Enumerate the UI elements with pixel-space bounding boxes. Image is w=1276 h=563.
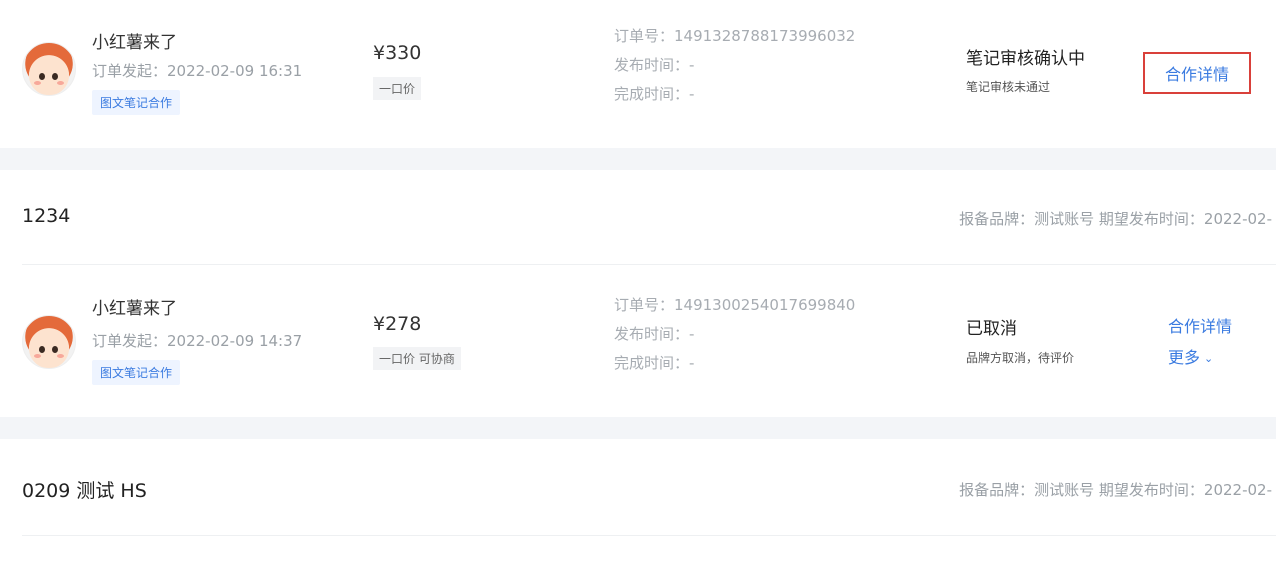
creator-name[interactable]: 小红薯来了 xyxy=(92,294,177,319)
section-separator xyxy=(0,417,1276,439)
order-price: ¥278 xyxy=(373,313,422,335)
creator-avatar[interactable] xyxy=(22,315,76,369)
creator-name[interactable]: 小红薯来了 xyxy=(92,28,177,53)
group-meta: 报备品牌：测试账号 期望发布时间：2022-02- xyxy=(959,481,1272,499)
more-dropdown[interactable]: 更多 ⌄ xyxy=(1168,344,1213,368)
publish-time: 发布时间：- xyxy=(614,56,695,74)
order-info: 订单号：1491328788173996032 发布时间：- 完成时间：- xyxy=(614,22,855,109)
creator-avatar[interactable] xyxy=(22,42,76,96)
order-initiated-time: 订单发起：2022-02-09 14:37 xyxy=(92,332,303,350)
order-row: 小红薯来了 订单发起：2022-02-09 16:31 图文笔记合作 ¥330 … xyxy=(0,0,1276,148)
cooperation-detail-link[interactable]: 合作详情 xyxy=(1168,313,1232,337)
order-info: 订单号：1491300254017699840 发布时间：- 完成时间：- xyxy=(614,291,855,378)
order-sub-status: 品牌方取消，待评价 xyxy=(966,351,1075,365)
group-header: 0209 测试 HS 报备品牌：测试账号 期望发布时间：2022-02- xyxy=(0,439,1276,535)
divider xyxy=(22,535,1276,536)
order-status: 笔记审核确认中 xyxy=(966,49,1085,69)
price-type-tag: 一口价 可协商 xyxy=(373,347,461,370)
complete-time: 完成时间：- xyxy=(614,85,695,103)
order-number: 订单号：1491300254017699840 xyxy=(614,296,856,314)
order-number: 订单号：1491328788173996032 xyxy=(614,27,856,45)
chevron-down-icon: ⌄ xyxy=(1204,352,1214,365)
publish-time: 发布时间：- xyxy=(614,325,695,343)
group-header: 1234 报备品牌：测试账号 期望发布时间：2022-02- xyxy=(0,170,1276,264)
group-title: 1234 xyxy=(22,205,71,227)
cooperation-type-tag: 图文笔记合作 xyxy=(92,360,181,385)
group-meta: 报备品牌：测试账号 期望发布时间：2022-02- xyxy=(959,210,1272,228)
cooperation-type-tag: 图文笔记合作 xyxy=(92,90,181,115)
section-separator xyxy=(0,148,1276,170)
order-status: 已取消 xyxy=(966,319,1017,339)
group-title: 0209 测试 HS xyxy=(22,480,147,502)
order-initiated-time: 订单发起：2022-02-09 16:31 xyxy=(92,62,303,80)
cooperation-detail-button[interactable]: 合作详情 xyxy=(1143,52,1252,94)
order-row: 小红薯来了 订单发起：2022-02-09 14:37 图文笔记合作 ¥278 … xyxy=(0,265,1276,417)
more-label: 更多 xyxy=(1168,348,1201,367)
order-price: ¥330 xyxy=(373,42,422,64)
complete-time: 完成时间：- xyxy=(614,354,695,372)
order-sub-status: 笔记审核未通过 xyxy=(966,80,1051,94)
price-type-tag: 一口价 xyxy=(373,77,422,100)
